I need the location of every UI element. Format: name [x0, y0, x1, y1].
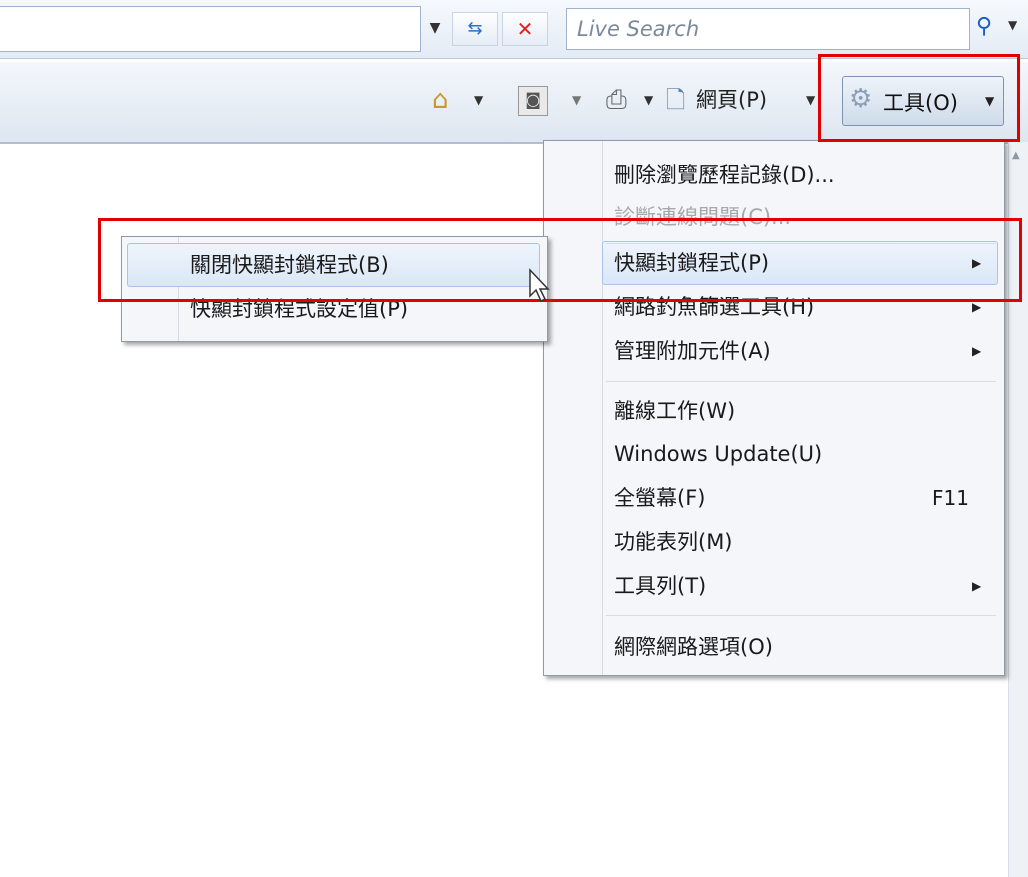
highlight-frame-popup-blocker: [98, 218, 1022, 302]
menu-item-delete-history[interactable]: 刪除瀏覽歷程記錄(D)...: [614, 155, 835, 195]
shortcut-label: F11: [932, 486, 969, 510]
address-dropdown-icon[interactable]: ▼: [424, 12, 446, 44]
search-input[interactable]: Live Search: [566, 8, 970, 50]
feeds-icon[interactable]: ◙: [518, 86, 548, 116]
address-bar: ▼ ⇆ ✕ Live Search ⚲ ▼: [0, 0, 1028, 59]
menu-item-internet-options[interactable]: 網際網路選項(O): [614, 627, 773, 667]
print-dropdown-icon[interactable]: ▼: [644, 80, 653, 120]
menu-separator: [606, 381, 996, 382]
submenu-arrow-icon: ▶: [972, 344, 982, 358]
home-dropdown-icon[interactable]: ▼: [474, 80, 483, 120]
scroll-up-icon[interactable]: ▲: [1012, 150, 1020, 161]
menu-item-toolbars[interactable]: 工具列(T): [614, 566, 706, 606]
menu-item-menu-bar[interactable]: 功能表列(M): [614, 522, 733, 562]
menu-item-work-offline[interactable]: 離線工作(W): [614, 391, 735, 431]
menu-separator: [606, 615, 996, 616]
submenu-arrow-icon: ▶: [972, 579, 982, 593]
menu-item-windows-update[interactable]: Windows Update(U): [614, 434, 822, 474]
feeds-dropdown-icon[interactable]: ▼: [572, 80, 581, 120]
page-menu-button[interactable]: 網頁(P): [696, 80, 767, 120]
highlight-frame-tools: [818, 54, 1020, 142]
address-field[interactable]: [0, 6, 421, 52]
search-options-arrow-icon[interactable]: ▼: [1008, 18, 1017, 32]
menu-item-full-screen[interactable]: 全螢幕(F): [614, 478, 705, 518]
refresh-icon[interactable]: ⇆: [452, 12, 498, 46]
home-icon[interactable]: ⌂: [432, 80, 468, 120]
stop-icon[interactable]: ✕: [502, 12, 548, 46]
menu-item-manage-addons[interactable]: 管理附加元件(A): [614, 331, 771, 371]
page-icon[interactable]: 🗋: [666, 80, 685, 120]
page-dropdown-icon[interactable]: ▼: [806, 80, 815, 120]
mouse-cursor-icon: [529, 268, 550, 303]
search-icon[interactable]: ⚲: [976, 14, 992, 39]
print-icon[interactable]: ⎙: [606, 80, 627, 120]
